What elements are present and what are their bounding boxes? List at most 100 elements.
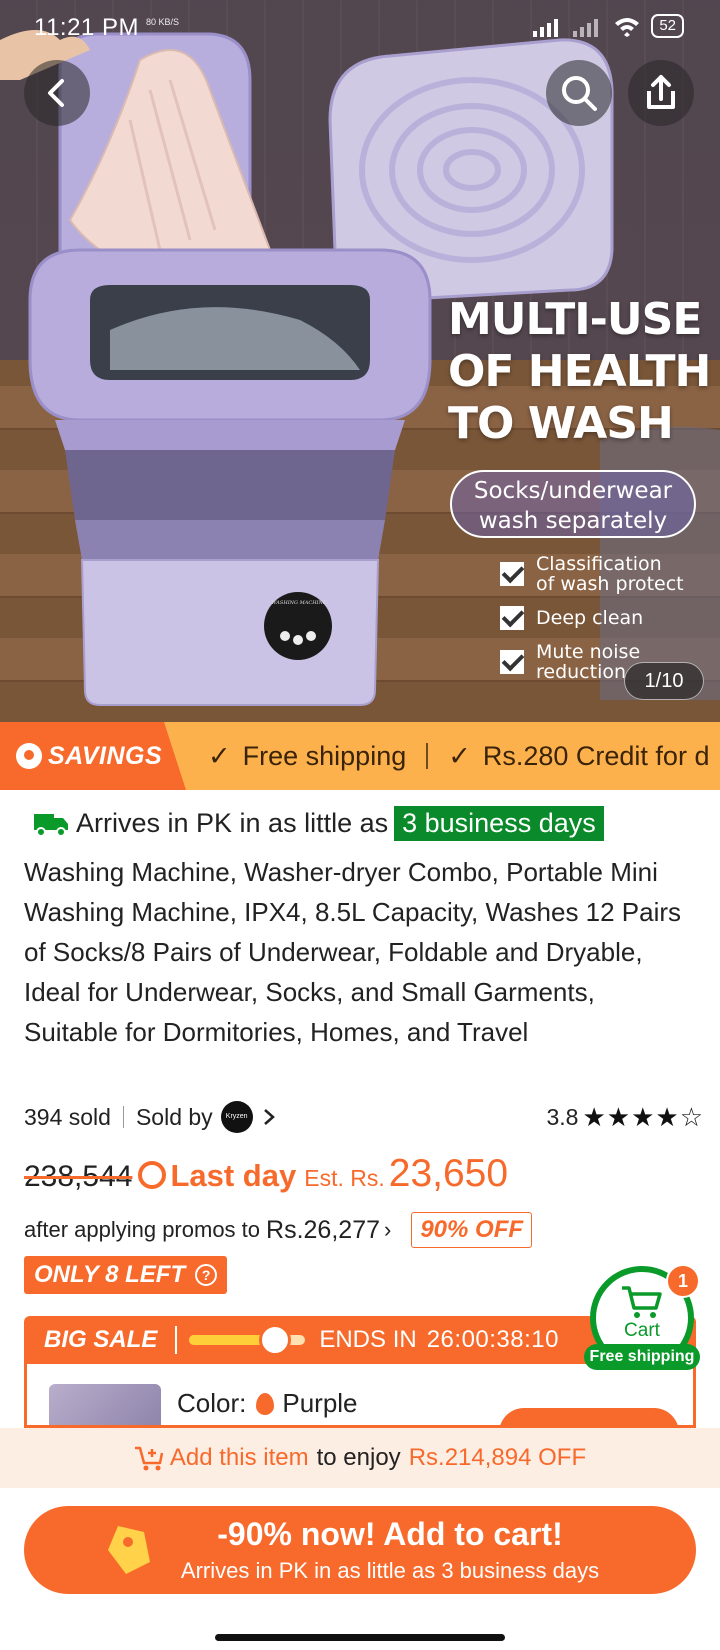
- timer-icon: [259, 1324, 292, 1356]
- question-icon: ?: [195, 1264, 218, 1286]
- feature-check-item: Deep clean: [500, 606, 684, 630]
- savings-strip[interactable]: SAVINGS ✓ Free shipping ✓ Rs.280 Credit …: [0, 722, 720, 790]
- home-indicator[interactable]: [215, 1634, 505, 1641]
- wifi-icon: [615, 18, 640, 37]
- promo-add-text: Add this item: [169, 1444, 309, 1471]
- feature-line: of wash protect: [536, 573, 684, 595]
- current-price: 23,650: [388, 1152, 509, 1195]
- hero-headline: MULTI-USE OF HEALTH TO WASH: [448, 294, 720, 450]
- promo-banner[interactable]: Add this item to enjoy Rs.214,894 OFF: [0, 1428, 720, 1488]
- divider: [175, 1326, 178, 1354]
- status-bar: 11:21 PM 80 KB/S 52: [0, 0, 720, 56]
- variant-thumbnail[interactable]: [49, 1384, 161, 1425]
- divider: [122, 1106, 124, 1128]
- delivery-days-badge: 3 business days: [394, 806, 604, 841]
- chevron-right-icon[interactable]: [259, 1105, 279, 1129]
- free-shipping-badge: Free shipping: [584, 1344, 700, 1370]
- battery-indicator: 52: [651, 14, 684, 38]
- product-image-carousel[interactable]: WASHING MACHINE MULTI-USE OF HEALTH TO W…: [0, 0, 720, 722]
- delivery-text: Arrives in PK in as little as: [76, 808, 389, 838]
- original-price: 238,544: [24, 1160, 133, 1193]
- price-row: 238,544 Last day Est. Rs. 23,650: [24, 1152, 508, 1200]
- check-icon: ✓: [208, 740, 231, 771]
- stock-text: ONLY 8 LEFT: [34, 1261, 186, 1288]
- hero-headline-line: TO WASH: [448, 398, 674, 449]
- ends-in-label: ENDS IN: [319, 1326, 417, 1353]
- machine-panel-label: WASHING MACHINE: [271, 600, 327, 606]
- signal-icon: [573, 19, 599, 37]
- truck-icon: [34, 813, 68, 837]
- feature-check-item: Classification of wash protect: [500, 554, 684, 594]
- product-title: Washing Machine, Washer-dryer Combo, Por…: [24, 857, 682, 1047]
- cart-label: Cart: [624, 1320, 660, 1341]
- share-icon: [647, 75, 675, 109]
- flame-icon: [256, 1392, 275, 1415]
- savings-icon: [16, 743, 42, 769]
- savings-label: SAVINGS: [48, 741, 163, 770]
- share-button[interactable]: [628, 60, 694, 126]
- rating-value: 3.8: [546, 1104, 579, 1130]
- sale-countdown: 26:00:38:10: [426, 1326, 559, 1353]
- hero-feature-pill: Socks/underwear wash separately: [450, 470, 696, 538]
- cart-count-badge: 1: [666, 1264, 700, 1298]
- add-to-cart-button[interactable]: -90% now! Add to cart! Arrives in PK in …: [24, 1506, 696, 1594]
- cart-plus-icon: [134, 1446, 164, 1471]
- star-rating-icon: ★★★★☆: [582, 1102, 704, 1132]
- promo-price-row[interactable]: after applying promos to Rs.26,277 › 90%…: [24, 1210, 533, 1250]
- checkbox-icon: [500, 650, 524, 674]
- signal-icon: [533, 19, 559, 37]
- network-speed: 80 KB/S: [146, 17, 180, 27]
- savings-item: Free shipping: [242, 740, 407, 771]
- chevron-right-icon: ›: [384, 1217, 392, 1242]
- variant-color[interactable]: Color: Purple: [177, 1388, 358, 1419]
- last-day-text: Last day: [170, 1158, 297, 1193]
- status-icons: 52: [533, 14, 684, 38]
- hero-headline-line: OF HEALTH: [448, 346, 711, 397]
- delivery-estimate: Arrives in PK in as little as 3 business…: [34, 806, 604, 841]
- cart-icon: [622, 1286, 662, 1318]
- big-sale-label: BIG SALE: [44, 1326, 158, 1353]
- floating-cart-button[interactable]: Cart Free shipping 1: [584, 1264, 700, 1374]
- checkbox-icon: [500, 606, 524, 630]
- savings-items: ✓ Free shipping ✓ Rs.280 Credit for d: [208, 722, 709, 790]
- add-to-cart-subtitle: Arrives in PK in as little as 3 business…: [180, 1558, 600, 1583]
- check-icon: ✓: [448, 740, 471, 771]
- chevron-left-icon: [48, 79, 64, 107]
- product-meta: 394 sold Sold by Kryzen 3.8 ★★★★☆: [24, 1100, 704, 1134]
- variant-add-button[interactable]: [499, 1408, 679, 1425]
- savings-tag: SAVINGS: [0, 722, 186, 790]
- color-label: Color:: [177, 1388, 247, 1418]
- discount-badge: 90% OFF: [411, 1212, 533, 1248]
- last-day-label: Last day: [138, 1158, 296, 1194]
- shop-logo[interactable]: Kryzen: [220, 1101, 253, 1133]
- sale-progress-bar: [189, 1324, 306, 1356]
- feature-label: Classification of wash protect: [536, 554, 684, 594]
- feature-line: Deep clean: [536, 607, 644, 629]
- est-label: Est. Rs.: [304, 1165, 385, 1191]
- hero-headline-line: MULTI-USE: [448, 294, 702, 345]
- status-time: 11:21 PM: [34, 14, 139, 41]
- stock-badge[interactable]: ONLY 8 LEFT ?: [24, 1256, 228, 1294]
- sold-count: 394 sold: [24, 1103, 111, 1130]
- sold-by-label[interactable]: Sold by: [136, 1104, 213, 1131]
- feature-line: Mute noise: [536, 641, 641, 663]
- divider: [426, 743, 429, 769]
- alarm-clock-icon: [138, 1161, 167, 1189]
- promo-text: after applying promos to: [24, 1217, 261, 1242]
- hero-pill-line: wash separately: [478, 508, 668, 534]
- rating[interactable]: 3.8 ★★★★☆: [546, 1102, 704, 1133]
- feature-line: Classification: [536, 553, 662, 575]
- hero-pill-line: Socks/underwear: [473, 478, 673, 504]
- bottom-action-bar: -90% now! Add to cart! Arrives in PK in …: [0, 1488, 720, 1650]
- add-to-cart-title: -90% now! Add to cart!: [217, 1516, 563, 1552]
- search-button[interactable]: [546, 60, 612, 126]
- promo-amount: Rs.214,894 OFF: [408, 1444, 587, 1471]
- color-value: Purple: [282, 1388, 358, 1418]
- back-button[interactable]: [24, 60, 90, 126]
- image-counter: 1/10: [624, 662, 704, 700]
- checkbox-icon: [500, 562, 524, 586]
- promo-mid-text: to enjoy: [316, 1444, 401, 1471]
- savings-item: Rs.280 Credit for d: [482, 740, 710, 771]
- promo-price: Rs.26,277: [266, 1215, 380, 1244]
- search-icon: [562, 76, 597, 111]
